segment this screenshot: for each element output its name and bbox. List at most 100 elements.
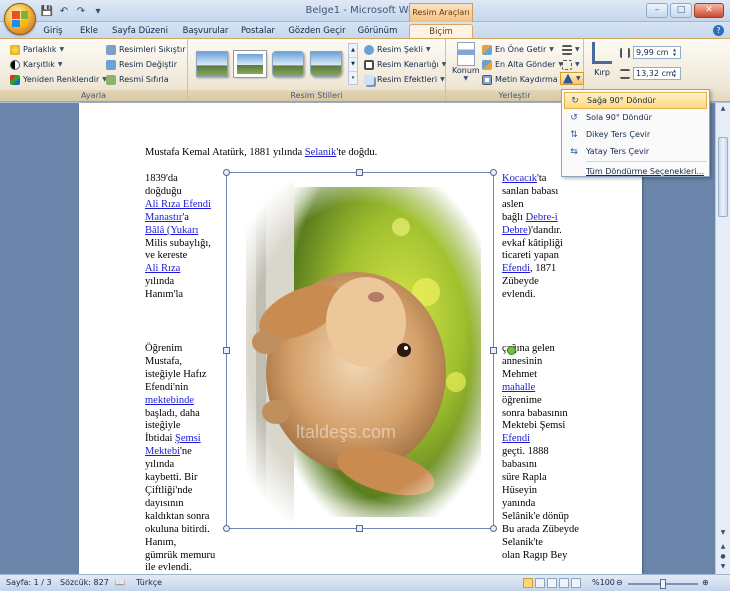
zoom-out-icon[interactable]: ⊖ [616, 578, 623, 587]
close-button[interactable]: ✕ [694, 3, 724, 18]
prev-page-icon[interactable]: ▲ [718, 543, 728, 550]
tab-gorunum[interactable]: Görünüm [355, 24, 400, 38]
resimleri-sikistir-button[interactable]: Resimleri Sıkıştır [106, 43, 185, 56]
hyperlink[interactable]: Efendi [502, 263, 530, 274]
resim-kenarligi-button[interactable]: Resim Kenarlığı ▼ [364, 58, 446, 71]
zoom-in-icon[interactable]: ⊕ [702, 578, 709, 587]
browse-object-icon[interactable]: ● [718, 553, 728, 560]
hyperlink[interactable]: Ali Rıza [145, 263, 180, 274]
hyperlink[interactable]: Efendi [502, 433, 530, 444]
tab-postalar[interactable]: Postalar [238, 24, 278, 38]
resize-handle-l[interactable] [223, 347, 230, 354]
resize-handle-r[interactable] [490, 347, 497, 354]
fullscreen-reading-view-icon[interactable] [535, 578, 545, 588]
scroll-down-icon[interactable]: ▼ [718, 529, 728, 536]
gallery-down-icon[interactable]: ▼ [349, 58, 357, 72]
height-spinner[interactable]: 9,99 cm [620, 46, 681, 59]
text-line: olan Ragıp Bey [502, 550, 592, 563]
resmi-degistir-button[interactable]: Resim Değiştir [106, 58, 177, 71]
vertical-scrollbar[interactable]: ▲ ▼ ▲ ● ▼ [715, 103, 730, 574]
rotate-button[interactable]: ▼ [560, 72, 584, 85]
tab-ekle[interactable]: Ekle [74, 24, 104, 38]
text-line: isteğiyle [145, 420, 225, 433]
hyperlink[interactable]: Manastır [145, 212, 182, 223]
hyperlink[interactable]: Kocacık [502, 173, 537, 184]
menu-item-rotate-left[interactable]: ↺ Sola 90° Döndür [564, 109, 707, 126]
picture-style-1[interactable] [196, 51, 228, 77]
parlaklik-button[interactable]: Parlaklık ▼ [10, 43, 64, 56]
resize-handle-t[interactable] [356, 169, 363, 176]
proofing-icon[interactable]: 📖 [115, 578, 125, 587]
resim-sekli-button[interactable]: Resim Şekli ▼ [364, 43, 431, 56]
width-spinner[interactable]: 13,32 cm [620, 67, 681, 80]
print-layout-view-icon[interactable] [523, 578, 533, 588]
tab-basvurular[interactable]: Başvurular [178, 24, 233, 38]
scroll-thumb[interactable] [718, 137, 728, 217]
hyperlink[interactable]: Debre-i [526, 212, 558, 223]
picture-style-4[interactable] [310, 51, 342, 77]
text-run: ile evlendi. [145, 562, 192, 574]
next-page-icon[interactable]: ▼ [718, 563, 728, 570]
flip-vertical-label: Dikey Ters Çevir [586, 130, 651, 139]
menu-item-more-rotation[interactable]: Tüm Döndürme Seçenekleri... [564, 163, 707, 180]
group-objects-button[interactable]: ▼ [562, 58, 580, 71]
resize-handle-br[interactable] [490, 525, 497, 532]
en-one-getir-button[interactable]: En Öne Getir ▼ [482, 43, 554, 56]
rotation-handle[interactable] [507, 346, 516, 355]
page-indicator[interactable]: Sayfa: 1 / 3 [6, 578, 52, 587]
draft-view-icon[interactable] [571, 578, 581, 588]
picture-style-2[interactable] [233, 50, 267, 78]
menu-item-flip-vertical[interactable]: ⇅ Dikey Ters Çevir [564, 126, 707, 143]
height-input[interactable]: 9,99 cm [633, 46, 681, 59]
menu-item-rotate-right[interactable]: ↻ Sağa 90° Döndür [564, 92, 707, 109]
hyperlink[interactable]: mektebinde [145, 395, 194, 406]
karsitlik-button[interactable]: Karşıtlık ▼ [10, 58, 63, 71]
resize-handle-tl[interactable] [223, 169, 230, 176]
selanik-link[interactable]: Selanik [305, 147, 337, 158]
zoom-knob[interactable] [660, 579, 666, 589]
outline-view-icon[interactable] [559, 578, 569, 588]
gallery-scroll[interactable]: ▲ ▼ ▾ [348, 43, 358, 85]
tab-sayfa-duzeni[interactable]: Sayfa Düzeni [110, 24, 170, 38]
gallery-more-icon[interactable]: ▾ [349, 72, 357, 85]
resize-handle-tr[interactable] [490, 169, 497, 176]
tab-bicim[interactable]: Biçim [409, 24, 473, 38]
kirp-button[interactable]: Kırp [592, 42, 612, 77]
tab-giris[interactable]: Giriş [38, 24, 68, 38]
word-count[interactable]: Sözcük: 827 [60, 578, 109, 587]
konum-button[interactable]: Konum ▼ [452, 42, 480, 82]
karsitlik-label: Karşıtlık [23, 60, 55, 69]
hyperlink[interactable]: Debre [502, 225, 528, 236]
maximize-button[interactable]: □ [670, 3, 692, 18]
gallery-up-icon[interactable]: ▲ [349, 44, 357, 58]
language-indicator[interactable]: Türkçe [136, 578, 162, 587]
hyperlink[interactable]: Bâlâ (Yukarı [145, 225, 198, 236]
text-run: sonra babasının [502, 407, 568, 419]
resim-efektleri-button[interactable]: Resim Efektleri ▼ [364, 73, 445, 86]
hyperlink[interactable]: mahalle [502, 382, 535, 393]
text-line: kaldıktan sonra [145, 511, 225, 524]
tab-gozden-gecir[interactable]: Gözden Geçir [287, 24, 347, 38]
minimize-button[interactable]: – [646, 3, 668, 18]
width-input[interactable]: 13,32 cm [633, 67, 681, 80]
metin-kaydirma-button[interactable]: Metin Kaydırma▼ [482, 73, 565, 86]
zoom-level[interactable]: %100 [592, 578, 615, 587]
resmi-sifirla-button[interactable]: Resmi Sıfırla [106, 73, 169, 86]
picture-style-3[interactable] [272, 51, 304, 77]
hyperlink[interactable]: Şemsi [175, 433, 201, 444]
resize-handle-b[interactable] [356, 525, 363, 532]
rabbit-picture[interactable]: ltaldeşs.com [226, 172, 494, 529]
help-icon[interactable]: ? [713, 25, 724, 36]
hyperlink[interactable]: Mektebi [145, 446, 180, 457]
web-layout-view-icon[interactable] [547, 578, 557, 588]
zoom-slider[interactable] [628, 579, 698, 589]
menu-item-flip-horizontal[interactable]: ⇆ Yatay Ters Çevir [564, 143, 707, 160]
send-back-icon [482, 59, 492, 70]
resize-handle-bl[interactable] [223, 525, 230, 532]
en-alta-gonder-button[interactable]: En Alta Gönder ▼ [482, 58, 563, 71]
align-button[interactable]: ▼ [562, 43, 580, 56]
scroll-up-icon[interactable]: ▲ [718, 105, 728, 112]
hyperlink[interactable]: Ali Rıza Efendi [145, 199, 211, 210]
office-button[interactable] [4, 3, 36, 35]
yeniden-renklendir-button[interactable]: Yeniden Renklendir ▼ [10, 73, 107, 86]
